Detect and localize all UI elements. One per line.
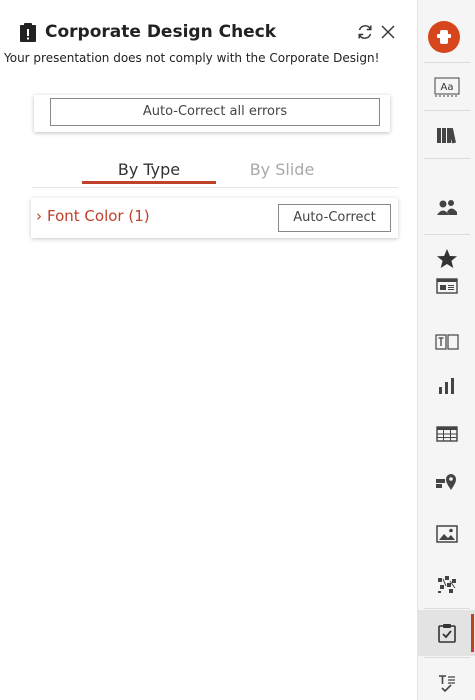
clipboard-alert-icon: [20, 23, 36, 42]
sidebar-divider: [424, 234, 470, 235]
sidebar-item-design-check[interactable]: [418, 610, 475, 656]
font-icon: Aa: [434, 77, 460, 97]
autocorrect-all-button[interactable]: Auto-Correct all errors: [50, 98, 380, 126]
font-icon-label: Aa: [441, 82, 454, 93]
brand-logo-icon[interactable]: [428, 21, 460, 53]
table-icon: [436, 426, 458, 442]
app-window: Corporate Design Check Your presentation…: [0, 0, 475, 700]
error-group-label: Font Color (1): [47, 207, 150, 225]
picture-icon: [436, 525, 458, 543]
sidebar-divider: [424, 110, 470, 111]
tab-by-slide[interactable]: By Slide: [222, 158, 342, 186]
sidebar-divider: [424, 62, 470, 63]
sidebar-item-locations[interactable]: [418, 459, 475, 505]
sidebar-item-fonts[interactable]: Aa: [418, 64, 475, 110]
sidebar-item-patterns[interactable]: [418, 561, 475, 607]
panel-title: Corporate Design Check: [45, 22, 277, 42]
sidebar-item-people[interactable]: [418, 184, 475, 230]
library-icon: [437, 127, 456, 144]
layout-icon: [436, 278, 458, 294]
sidebar-item-text-boxes[interactable]: [418, 319, 475, 365]
autocorrect-group-button[interactable]: Auto-Correct: [278, 204, 391, 232]
checklist-icon: [438, 624, 456, 643]
compliance-message: Your presentation does not comply with t…: [4, 51, 380, 65]
sidebar-divider: [424, 158, 470, 159]
sidebar-divider: [424, 657, 470, 658]
sidebar-item-text-check[interactable]: [418, 660, 475, 700]
people-icon: [437, 200, 457, 215]
sidebar-item-charts[interactable]: [418, 363, 475, 409]
chevron-right-icon: ›: [36, 207, 42, 225]
sidebar-item-pictures[interactable]: [418, 511, 475, 557]
sidebar-item-tables[interactable]: [418, 411, 475, 457]
sidebar-divider: [424, 608, 470, 609]
pattern-icon: [438, 576, 456, 593]
active-item-indicator: [471, 614, 474, 652]
sidebar-item-layouts[interactable]: [418, 263, 475, 309]
chart-icon: [439, 378, 454, 394]
close-icon[interactable]: [378, 21, 398, 43]
sidebar-item-library[interactable]: [418, 112, 475, 158]
text-check-icon: [439, 675, 455, 693]
error-group-font-color[interactable]: › Font Color (1): [36, 206, 150, 228]
panel-header: Corporate Design Check: [20, 20, 400, 46]
tool-sidebar: Aa: [417, 0, 475, 700]
active-tab-indicator: [82, 181, 216, 184]
text-box-icon: [435, 334, 459, 350]
location-icon: [436, 474, 456, 490]
refresh-icon[interactable]: [355, 21, 375, 43]
